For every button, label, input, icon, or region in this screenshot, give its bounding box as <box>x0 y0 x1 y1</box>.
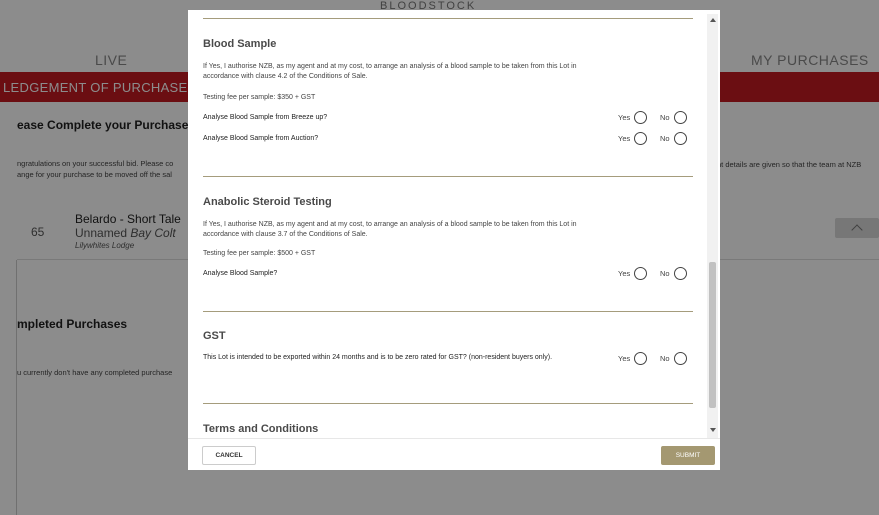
radio-no-label: No <box>660 113 670 122</box>
radio-no-label: No <box>660 269 670 278</box>
radio-circle-icon[interactable] <box>634 267 647 280</box>
anabolic-question: Analyse Blood Sample? <box>203 270 278 277</box>
radio-circle-icon[interactable] <box>674 132 687 145</box>
radio-yes-label: Yes <box>618 354 631 363</box>
blood-sample-title: Blood Sample <box>203 38 277 50</box>
section-divider <box>203 311 693 312</box>
anabolic-radio-group: Yes No <box>618 267 698 281</box>
radio-no[interactable]: No <box>660 111 692 125</box>
scrollbar-thumb[interactable] <box>709 262 716 408</box>
modal-scroll-area[interactable]: Blood Sample If Yes, I authorise NZB, as… <box>188 10 708 438</box>
scroll-up-arrow-icon[interactable] <box>710 18 716 22</box>
anabolic-body: If Yes, I authorise NZB, as my agent and… <box>203 221 577 238</box>
radio-circle-icon[interactable] <box>674 111 687 124</box>
modal-footer: CANCEL SUBMIT <box>188 438 720 470</box>
radio-no[interactable]: No <box>660 352 692 366</box>
blood-sample-breeze-radio-group: Yes No <box>618 111 698 125</box>
radio-circle-icon[interactable] <box>674 267 687 280</box>
radio-yes[interactable]: Yes <box>618 111 650 125</box>
section-divider <box>203 18 693 19</box>
radio-no-label: No <box>660 134 670 143</box>
scroll-down-arrow-icon[interactable] <box>710 428 716 432</box>
blood-sample-auction-radio-group: Yes No <box>618 132 698 146</box>
blood-sample-fee: Testing fee per sample: $350 + GST <box>203 94 316 101</box>
blood-sample-breeze-question: Analyse Blood Sample from Breeze up? <box>203 114 328 121</box>
radio-circle-icon[interactable] <box>634 132 647 145</box>
section-divider <box>203 403 693 404</box>
purchase-options-modal: Blood Sample If Yes, I authorise NZB, as… <box>188 10 720 470</box>
radio-yes[interactable]: Yes <box>618 132 650 146</box>
radio-yes-label: Yes <box>618 269 631 278</box>
cancel-button[interactable]: CANCEL <box>202 446 256 465</box>
terms-title: Terms and Conditions <box>203 423 319 435</box>
radio-no[interactable]: No <box>660 267 692 281</box>
radio-no-label: No <box>660 354 670 363</box>
anabolic-title: Anabolic Steroid Testing <box>203 196 332 208</box>
blood-sample-body: If Yes, I authorise NZB, as my agent and… <box>203 63 577 80</box>
radio-yes-label: Yes <box>618 134 631 143</box>
gst-radio-group: Yes No <box>618 352 698 366</box>
radio-yes[interactable]: Yes <box>618 352 650 366</box>
radio-yes[interactable]: Yes <box>618 267 650 281</box>
blood-sample-auction-question: Analyse Blood Sample from Auction? <box>203 135 319 142</box>
radio-circle-icon[interactable] <box>674 352 687 365</box>
submit-button[interactable]: SUBMIT <box>661 446 715 465</box>
radio-circle-icon[interactable] <box>634 111 647 124</box>
gst-title: GST <box>203 330 226 342</box>
radio-circle-icon[interactable] <box>634 352 647 365</box>
radio-no[interactable]: No <box>660 132 692 146</box>
section-divider <box>203 176 693 177</box>
gst-question: This Lot is intended to be exported with… <box>203 354 553 361</box>
radio-yes-label: Yes <box>618 113 631 122</box>
anabolic-fee: Testing fee per sample: $500 + GST <box>203 250 316 257</box>
